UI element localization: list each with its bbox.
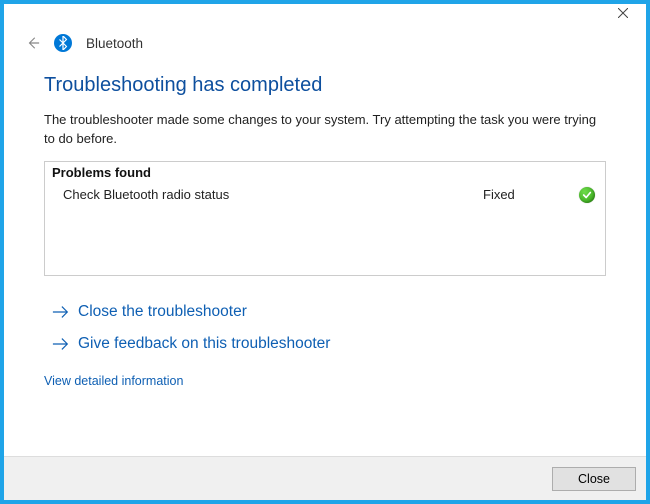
troubleshooter-window: Bluetooth Troubleshooting has completed … [0, 0, 650, 504]
close-button[interactable]: Close [552, 467, 636, 491]
problems-box: Problems found Check Bluetooth radio sta… [44, 161, 606, 276]
problem-row: Check Bluetooth radio status Fixed [45, 183, 605, 207]
checkmark-icon [579, 187, 595, 203]
bluetooth-icon [54, 34, 72, 52]
give-feedback-link[interactable]: Give feedback on this troubleshooter [44, 328, 606, 360]
arrow-right-icon [52, 337, 70, 351]
problem-name: Check Bluetooth radio status [55, 187, 483, 202]
page-title: Bluetooth [86, 36, 143, 51]
close-icon [618, 8, 628, 18]
close-troubleshooter-label: Close the troubleshooter [78, 303, 247, 321]
back-arrow-icon [26, 36, 40, 50]
header: Bluetooth [26, 34, 606, 52]
titlebar [4, 4, 646, 34]
view-detailed-link[interactable]: View detailed information [44, 374, 606, 388]
arrow-right-icon [52, 305, 70, 319]
close-troubleshooter-link[interactable]: Close the troubleshooter [44, 296, 606, 328]
window-close-button[interactable] [600, 0, 646, 26]
problem-status-icon [573, 187, 595, 203]
problem-status: Fixed [483, 187, 573, 202]
footer: Close [4, 456, 646, 500]
back-button[interactable] [26, 36, 40, 50]
content-area: Bluetooth Troubleshooting has completed … [4, 34, 646, 456]
description: The troubleshooter made some changes to … [44, 111, 606, 149]
heading: Troubleshooting has completed [44, 74, 606, 97]
problems-header: Problems found [45, 162, 605, 183]
give-feedback-label: Give feedback on this troubleshooter [78, 335, 330, 353]
